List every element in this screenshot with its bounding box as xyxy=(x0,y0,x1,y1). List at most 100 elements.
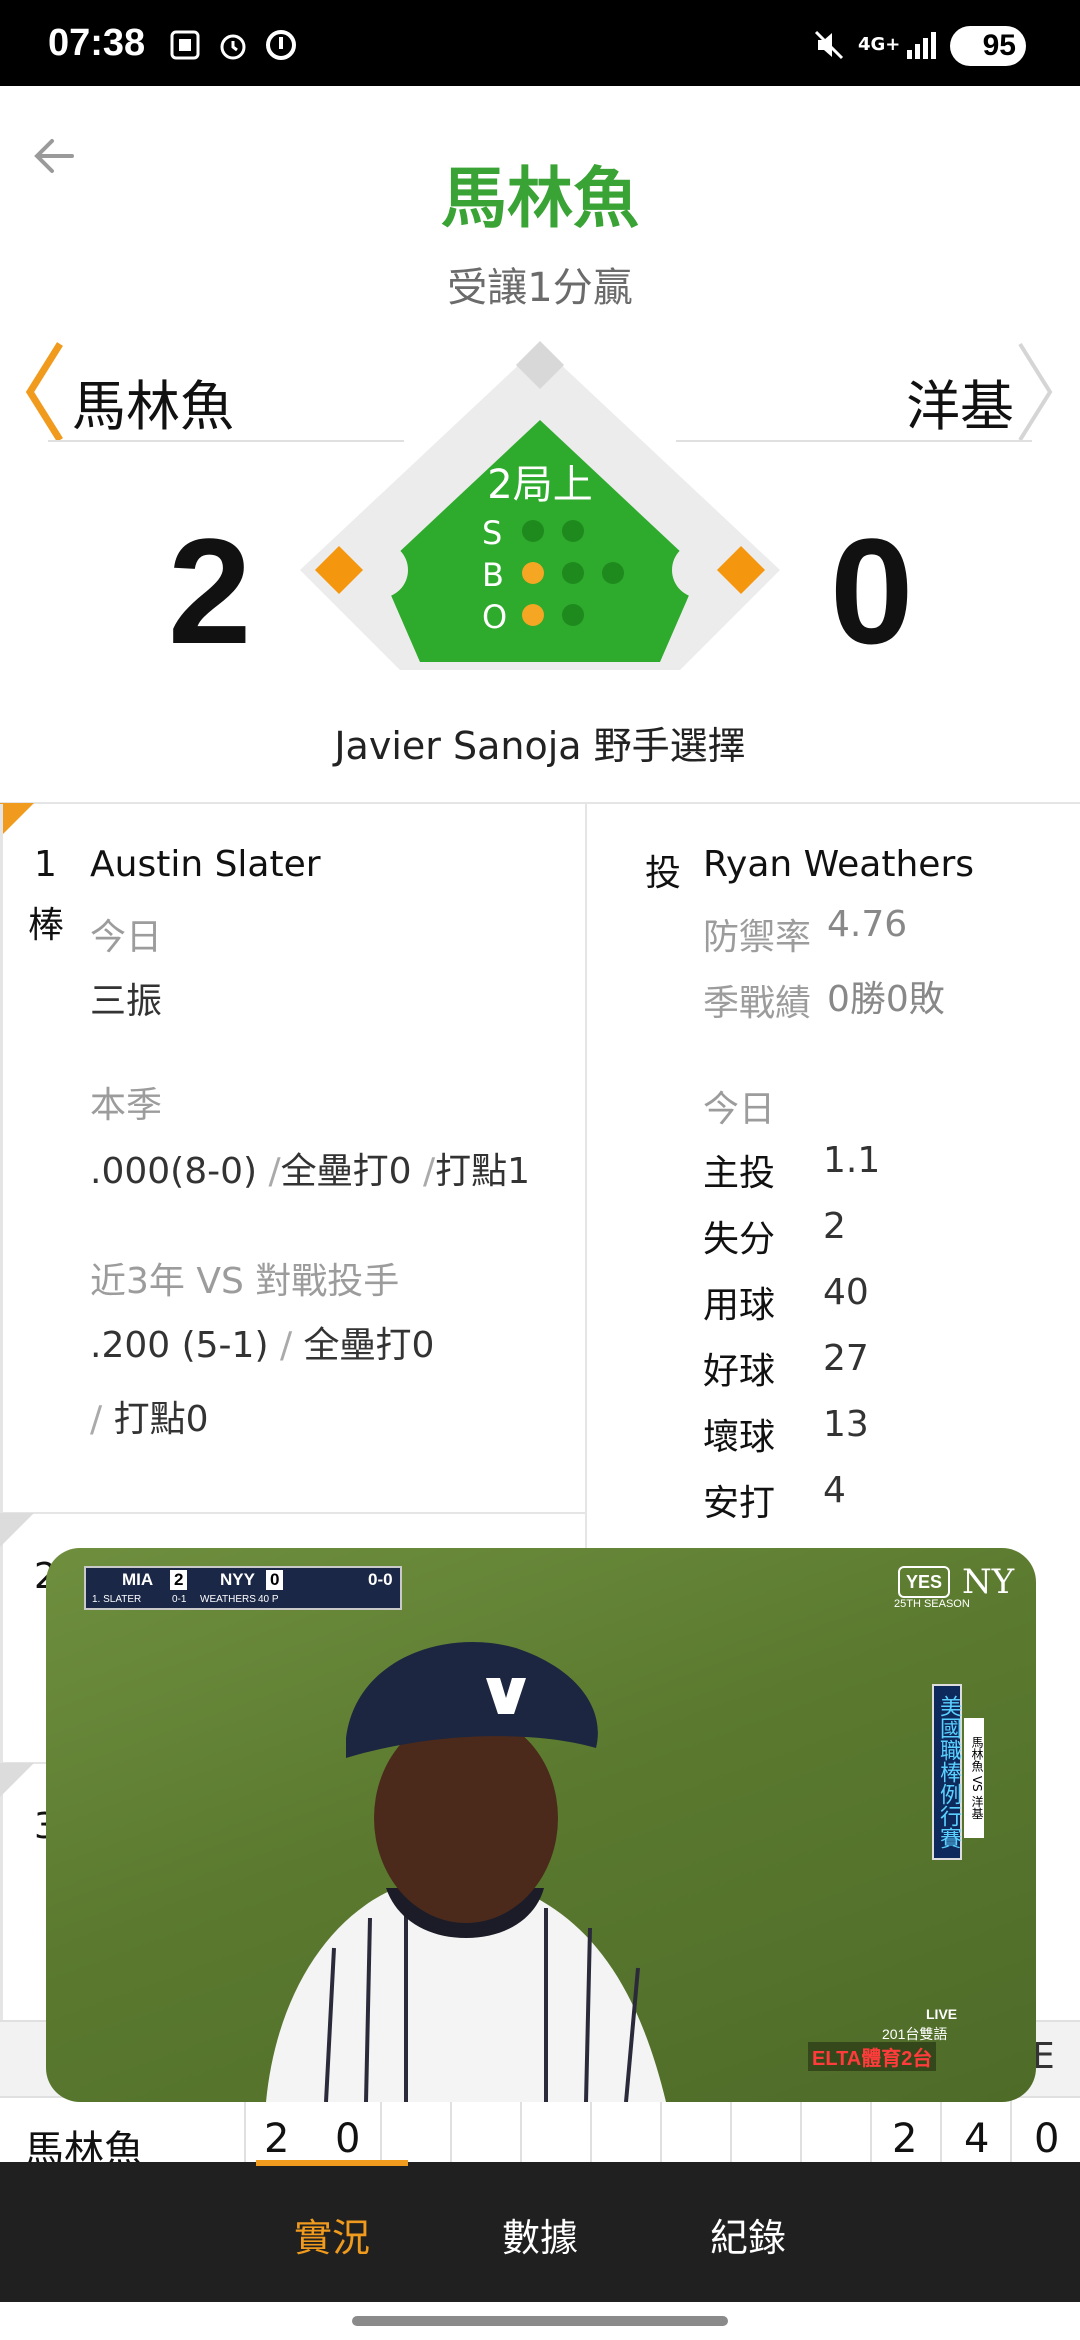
status-time: 07:38 xyxy=(48,22,146,64)
batter-today-result: 三振 xyxy=(90,981,163,1022)
stat-value: 4 xyxy=(823,1470,846,1511)
season-rbi: 打點1 xyxy=(435,1151,531,1192)
stat-value: 27 xyxy=(823,1338,869,1379)
stat-label: 失分 xyxy=(703,1219,776,1260)
alarm-icon xyxy=(216,28,250,62)
tv-side-match: 馬林魚 VS 洋基 xyxy=(964,1718,984,1838)
stat-value: 13 xyxy=(823,1404,869,1445)
total-runs: 2 xyxy=(892,2116,918,2162)
batter-vs-label: 近3年 VS 對戰投手 xyxy=(90,1261,400,1302)
stat-label: 壞球 xyxy=(703,1417,776,1458)
batting-order-num: 1 xyxy=(34,844,57,885)
era-label: 防禦率 xyxy=(703,917,812,958)
inning-score: 0 xyxy=(335,2116,361,2162)
ball-dot xyxy=(522,562,544,584)
count-dots xyxy=(522,520,624,626)
tv-home-score: 0 xyxy=(266,1570,284,1590)
vs-rbi: 打點0 xyxy=(113,1399,209,1440)
cell-border xyxy=(940,2100,942,2170)
inning-label: 2局上 xyxy=(487,462,593,508)
battery-indicator: 95 xyxy=(950,26,1026,66)
strike-dot xyxy=(522,520,544,542)
record-value: 0勝0敗 xyxy=(827,979,945,1020)
batting-order-suffix: 棒 xyxy=(28,905,65,946)
tab-live[interactable]: 實況 xyxy=(232,2207,432,2262)
count-labels: S B O xyxy=(482,512,507,638)
pitcher-tag: 投 xyxy=(645,853,682,894)
stat-value: 2 xyxy=(823,1206,846,1247)
pip-video-player[interactable]: MIA 2 NYY 0 0-0 1. SLATER 0-1 WEATHERS 4… xyxy=(46,1548,1036,2102)
tv-pitcher: WEATHERS xyxy=(200,1594,256,1605)
mute-icon xyxy=(812,28,846,62)
pitcher-today-label: 今日 xyxy=(703,1089,776,1130)
cell-border xyxy=(870,2100,872,2170)
pitcher-card[interactable]: 投 Ryan Weathers 防禦率 4.76 季戰績 0勝0敗 今日 主投 … xyxy=(587,804,1080,1548)
tv-season-tag: 25TH SEASON xyxy=(894,1598,970,1610)
strike-label: S xyxy=(482,514,503,552)
out-dot xyxy=(522,604,544,626)
stat-value: 1.1 xyxy=(823,1140,881,1181)
home-team-name[interactable]: 洋基 xyxy=(906,362,1014,441)
status-bar: 07:38 4G+ 95 xyxy=(0,0,1080,86)
separator: / xyxy=(90,1399,103,1440)
out-dot xyxy=(562,604,584,626)
total-hits: 4 xyxy=(964,2116,990,2162)
stat-label: 好球 xyxy=(703,1351,776,1392)
away-score: 2 xyxy=(168,507,252,675)
away-team-name[interactable]: 馬林魚 xyxy=(72,362,234,441)
batter-card[interactable]: 1 棒 Austin Slater 今日 三振 本季 .000(8-0) /全壘… xyxy=(0,804,584,1514)
player-figure xyxy=(266,1642,666,2102)
ball-dot xyxy=(602,562,624,584)
pitcher-name: Ryan Weathers xyxy=(703,844,975,885)
record-label: 季戰績 xyxy=(703,983,812,1024)
cell-border xyxy=(590,2100,592,2170)
4g-icon: 4G+ xyxy=(858,34,901,55)
cell-border xyxy=(660,2100,662,2170)
tv-network-logo: YES xyxy=(898,1566,950,1598)
cell-border xyxy=(730,2100,732,2170)
separator: / xyxy=(279,1325,293,1366)
battery-level: 95 xyxy=(982,29,1016,62)
batter-divider xyxy=(0,1512,585,1514)
ball-dot xyxy=(562,562,584,584)
tv-away-score: 2 xyxy=(170,1570,188,1590)
tv-scorebug: MIA 2 NYY 0 0-0 1. SLATER 0-1 WEATHERS 4… xyxy=(84,1566,402,1610)
tv-live-label: LIVE xyxy=(926,2006,958,2022)
batter-vs-line2: / 打點0 xyxy=(90,1390,209,1442)
inning-score: 2 xyxy=(264,2116,290,2162)
screenshot-icon xyxy=(168,28,202,62)
stat-label: 用球 xyxy=(703,1285,776,1326)
ball-label: B xyxy=(482,556,504,594)
cell-border xyxy=(520,2100,522,2170)
stat-label: 安打 xyxy=(703,1483,776,1524)
tab-records[interactable]: 紀錄 xyxy=(648,2207,848,2262)
home-indicator[interactable] xyxy=(352,2316,728,2326)
season-hr: 全壘打0 xyxy=(280,1151,412,1192)
batter-season-label: 本季 xyxy=(90,1085,163,1126)
active-tab-indicator xyxy=(256,2160,408,2166)
home-chevron-icon[interactable] xyxy=(1016,340,1056,444)
tv-count: 0-0 xyxy=(368,1570,393,1589)
tv-side-banner: 美國職棒例行賽 xyxy=(932,1684,962,1860)
vs-hr: 全壘打0 xyxy=(303,1325,435,1366)
vs-avg: .200 (5-1) xyxy=(90,1325,269,1366)
batter-flag xyxy=(0,1763,34,1797)
separator: / xyxy=(268,1151,281,1192)
tv-pitch-count: 40 P xyxy=(258,1594,279,1605)
batter-season-line: .000(8-0) /全壘打0 /打點1 xyxy=(90,1142,530,1194)
yankees-logo-icon: NY xyxy=(962,1562,1015,1602)
tab-stats[interactable]: 數據 xyxy=(440,2207,640,2262)
signal-icon xyxy=(904,28,938,62)
strike-dot xyxy=(562,520,584,542)
home-score: 0 xyxy=(830,507,914,675)
tv-home: NYY xyxy=(220,1570,255,1589)
tv-batter: 1. SLATER xyxy=(92,1594,142,1605)
batter-today-label: 今日 xyxy=(90,917,163,958)
stat-value: 40 xyxy=(823,1272,869,1313)
away-chevron-icon[interactable] xyxy=(24,340,64,444)
cell-border xyxy=(1010,2100,1012,2170)
season-avg: .000(8-0) xyxy=(90,1151,258,1192)
cell-border xyxy=(450,2100,452,2170)
batter-name: Austin Slater xyxy=(90,844,321,885)
cell-border xyxy=(800,2100,802,2170)
